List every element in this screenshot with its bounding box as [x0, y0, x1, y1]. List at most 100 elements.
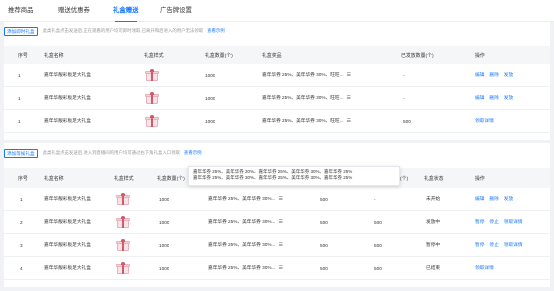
list-icon[interactable]: ☰	[278, 196, 282, 202]
row-c5: 500	[320, 196, 328, 202]
list-icon[interactable]: ☰	[278, 242, 282, 248]
row-quantity: 1000	[205, 95, 216, 101]
row-actions: 领取详情	[475, 257, 494, 279]
edit-button[interactable]: 编辑	[475, 95, 484, 101]
section1-table-header: 序号 礼盒名称 礼盒样式 礼盒数量(个) 礼盒奖品 已发放数量(个) 操作	[4, 46, 550, 64]
delete-button[interactable]: 删除	[489, 95, 498, 101]
row-status: 暂停中	[426, 242, 441, 247]
tab-giftbox[interactable]: 礼盒赠送	[113, 0, 139, 22]
row-name: 嘉年华靓彩板足大礼盒	[44, 196, 91, 201]
row-c6: 500	[374, 242, 382, 248]
edit-button[interactable]: 编辑	[475, 72, 484, 78]
row-c5: 500	[320, 242, 328, 248]
row-actions: 领取详情	[475, 110, 494, 132]
row-prize-text: 嘉年华券 25%、美年华券 30%...	[208, 196, 276, 201]
row-index: 1	[18, 95, 21, 101]
section1-example-link[interactable]: 查看示例	[207, 28, 225, 34]
row-prize-text: 嘉年华券 25%、美年华券 30%...	[208, 265, 276, 270]
edit-button[interactable]: 编辑	[475, 196, 484, 202]
row-status: 未开始	[426, 196, 441, 201]
gift-box-icon	[116, 188, 130, 210]
tab-bar: 推荐商品 赠送优惠券 礼盒赠送 广告牌设置	[0, 0, 554, 22]
tab-coupon-gift[interactable]: 赠送优惠券	[58, 0, 90, 22]
row-index: 4	[20, 265, 23, 271]
claim-details-link[interactable]: 领取详情	[475, 265, 494, 271]
row-prize-text: 嘉年华券 25%、美年华券 30%...	[208, 242, 276, 247]
row-quantity: 1000	[159, 265, 170, 271]
gift-box-icon	[116, 234, 130, 256]
table-row: 1 嘉年华靓彩板足大礼盒 1000 嘉年华券 25%、美年华券 30%、旺旺..…	[4, 87, 550, 110]
row-prize: 嘉年华券 25%、美年华券 30%、旺旺... ☰	[262, 110, 392, 132]
row-issued: -	[403, 95, 405, 101]
pause-button[interactable]: 暂停	[475, 242, 484, 248]
section2-hint: 此类礼盒点击发送后,进入到直播间的用户均可通过右下角礼盒入口领取	[42, 150, 180, 155]
gift-box-icon	[145, 110, 159, 132]
section2-example-link[interactable]: 查看示例	[184, 150, 202, 156]
add-instant-giftbox-button[interactable]: 添加即时礼盒	[4, 26, 38, 36]
row-quantity: 1000	[159, 242, 170, 248]
waiting-giftbox-section: 添加等候礼盒 此类礼盒点击发送后,进入到直播间的用户均可通过右下角礼盒入口领取 …	[4, 143, 550, 287]
gift-box-icon	[145, 64, 159, 86]
row-index: 2	[20, 219, 23, 225]
send-button[interactable]: 发放	[504, 72, 513, 78]
add-waiting-giftbox-button[interactable]: 添加等候礼盒	[4, 148, 38, 158]
stop-button[interactable]: 停止	[489, 219, 498, 225]
col-actions: 操作	[475, 53, 485, 59]
tab-recommended-products[interactable]: 推荐商品	[8, 0, 34, 22]
row-issued: 500	[403, 118, 411, 124]
section1-toolbar: 添加即时礼盒 此类礼盒点击发送后,正在观看的用户均可即时领取,已离开和后进入的用…	[4, 26, 225, 36]
tooltip-line: 嘉年华券 25%、美年华券 30%、嘉年华券 25%、美年华券 30%、嘉年华券…	[193, 174, 353, 180]
row-quantity: 1000	[205, 72, 216, 78]
row-prize-text: 嘉年华券 25%、美年华券 30%、旺旺...	[262, 118, 344, 123]
col-style: 礼盒样式	[114, 176, 134, 182]
row-prize: 嘉年华券 25%、美年华券 30%、旺旺... ☰	[262, 87, 392, 109]
table-row: 2 嘉年华靓彩板足大礼盒 1000 嘉年华券 25%、美年华券 30%... ☰…	[4, 211, 550, 234]
list-icon[interactable]: ☰	[347, 118, 351, 124]
row-quantity: 1000	[159, 196, 170, 202]
col-6: (个)	[400, 176, 409, 182]
section1-hint: 此类礼盒点击发送后,正在观看的用户均可即时领取,已离开和后进入的用户无法领取	[42, 28, 204, 33]
pause-button[interactable]: 暂停	[475, 219, 484, 225]
list-icon[interactable]: ☰	[278, 265, 282, 271]
row-prize: 嘉年华券 25%、美年华券 30%... ☰	[208, 234, 308, 256]
row-c5: 500	[320, 265, 328, 271]
section2-toolbar: 添加等候礼盒 此类礼盒点击发送后,进入到直播间的用户均可通过右下角礼盒入口领取 …	[4, 148, 202, 158]
gift-box-icon	[116, 211, 130, 233]
table-row: 1 嘉年华靓彩板足大礼盒 1000 嘉年华券 25%、美年华券 30%、旺旺..…	[4, 110, 550, 133]
row-actions: 暂停 停止 领取详情	[475, 234, 523, 256]
row-status: 已结束	[426, 265, 441, 270]
stop-button[interactable]: 停止	[489, 242, 498, 248]
delete-button[interactable]: 删除	[489, 72, 498, 78]
row-actions: 编辑 删除 发放	[475, 64, 513, 86]
send-button[interactable]: 发放	[504, 196, 513, 202]
row-name: 嘉年华靓彩板足大礼盒	[44, 242, 91, 247]
col-name: 礼盒名称	[44, 53, 64, 59]
row-prize: 嘉年华券 25%、美年华券 30%... ☰	[208, 211, 308, 233]
row-prize: 嘉年华券 25%、美年华券 30%... ☰	[208, 188, 308, 210]
claim-details-link[interactable]: 领取详情	[504, 242, 523, 248]
claim-details-link[interactable]: 领取详情	[504, 219, 523, 225]
instant-giftbox-section: 添加即时礼盒 此类礼盒点击发送后,正在观看的用户均可即时领取,已离开和后进入的用…	[4, 22, 550, 140]
list-icon[interactable]: ☰	[278, 219, 282, 225]
col-index: 序号	[18, 176, 28, 182]
row-quantity: 1000	[205, 118, 216, 124]
col-quantity: 礼盒数量(个)	[205, 53, 233, 59]
row-prize-text: 嘉年华券 25%、美年华券 30%...	[208, 219, 276, 224]
row-name: 嘉年华靓彩板足大礼盒	[44, 72, 91, 77]
col-status: 礼盒状态	[424, 176, 444, 182]
col-quantity: 礼盒数量(个)	[157, 176, 185, 182]
tab-billboard-settings[interactable]: 广告牌设置	[160, 0, 192, 22]
list-icon[interactable]: ☰	[347, 95, 351, 101]
row-c5: 500	[320, 219, 328, 225]
row-c6: 500	[374, 265, 382, 271]
col-style: 礼盒样式	[144, 53, 164, 59]
row-issued: -	[403, 72, 405, 78]
list-icon[interactable]: ☰	[347, 72, 351, 78]
row-name: 嘉年华靓彩板足大礼盒	[44, 219, 91, 224]
delete-button[interactable]: 删除	[489, 196, 498, 202]
row-status: 发放中	[426, 219, 441, 224]
table-row: 1 嘉年华靓彩板足大礼盒 1000 嘉年华券 25%、美年华券 30%... ☰…	[4, 188, 550, 211]
row-c6: 500	[374, 219, 382, 225]
send-button[interactable]: 发放	[504, 95, 513, 101]
claim-details-link[interactable]: 领取详情	[475, 118, 494, 124]
